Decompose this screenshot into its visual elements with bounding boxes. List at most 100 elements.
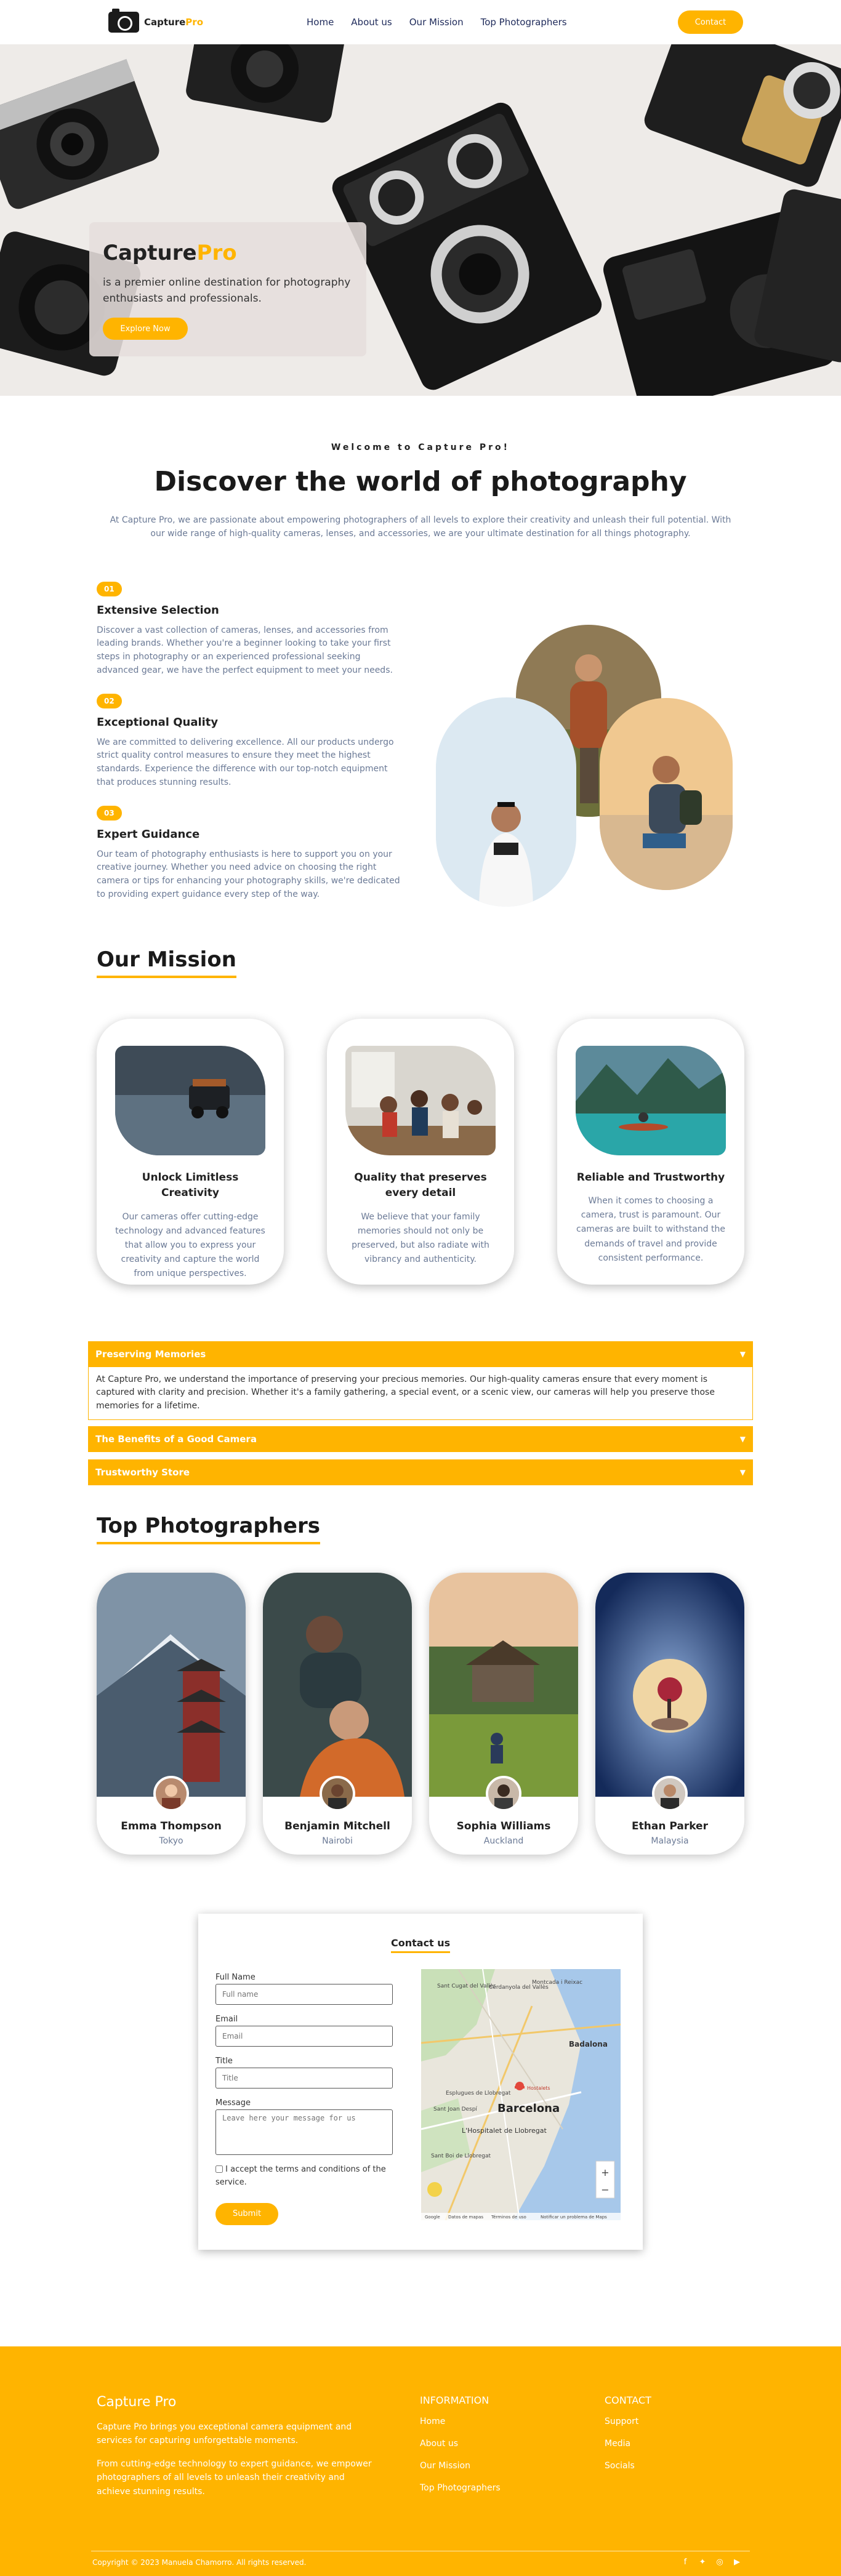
fullname-input[interactable]: [215, 1983, 393, 2005]
brand-logo[interactable]: CapturePro: [108, 9, 203, 33]
map-label: Barcelona: [497, 2102, 560, 2115]
feature-item: 03 Expert Guidance Our team of photograp…: [97, 805, 404, 902]
footer-link-mission[interactable]: Our Mission: [420, 2461, 470, 2471]
title-input[interactable]: [215, 2067, 393, 2088]
svg-text:−: −: [601, 2184, 609, 2196]
feature-text: Discover a vast collection of cameras, l…: [97, 625, 393, 675]
map-label: Sant Cugat del Vallès: [437, 1983, 496, 1989]
accordion: Preserving Memories ▼ At Capture Pro, we …: [88, 1341, 753, 1485]
footer-link-socials[interactable]: Socials: [605, 2461, 635, 2471]
photographers-section: Top Photographers Emma Thompson Tokyo Be…: [0, 1514, 841, 1914]
instagram-icon[interactable]: ◎: [714, 2557, 725, 2568]
email-input[interactable]: [215, 2025, 393, 2047]
footer-link-home[interactable]: Home: [420, 2417, 445, 2426]
mission-card-title: Unlock Limitless Creativity: [142, 1171, 239, 1200]
avatar: [320, 1775, 355, 1812]
footer-brand: Capture Pro: [97, 2394, 177, 2410]
feature-badge: 03: [97, 805, 122, 821]
svg-text:+: +: [601, 2167, 609, 2178]
map-embed[interactable]: Sant Cugat del Vallès Cerdanyola del Val…: [421, 1968, 621, 2220]
twitter-icon[interactable]: ✦: [697, 2557, 708, 2568]
photographer-name: Ethan Parker: [632, 1820, 708, 1832]
message-textarea[interactable]: [215, 2109, 393, 2155]
photographer-city: Nairobi: [322, 1836, 353, 1846]
copyright: Copyright © 2023 Manuela Chamorro. All r…: [92, 2558, 307, 2567]
youtube-icon[interactable]: ▶: [731, 2557, 742, 2568]
nav-link-home[interactable]: Home: [307, 17, 334, 28]
footer-link-media[interactable]: Media: [605, 2439, 630, 2449]
terms-checkbox[interactable]: [215, 2165, 223, 2173]
photographer-cover: [97, 1572, 246, 1797]
chevron-down-icon: ▼: [739, 1349, 746, 1358]
map-footer-text: Datos de mapas: [448, 2215, 483, 2220]
feature-title: Expert Guidance: [97, 827, 200, 841]
photographer-cover: [429, 1572, 578, 1797]
site-footer: Capture Pro Capture Pro brings you excep…: [0, 2346, 841, 2576]
photographers-heading: Top Photographers: [97, 1514, 320, 1544]
submit-button[interactable]: Submit: [215, 2202, 278, 2225]
mission-card: Reliable and Trustworthy When it comes t…: [557, 1018, 744, 1285]
photographer-city: Auckland: [483, 1836, 524, 1846]
map-label: Badalona: [569, 2040, 608, 2048]
photographer-photo: [600, 697, 733, 890]
chevron-down-icon: ▼: [739, 1467, 746, 1477]
accordion-section: Preserving Memories ▼ At Capture Pro, we …: [0, 1341, 841, 1514]
nav-link-photographers[interactable]: Top Photographers: [481, 17, 567, 28]
photographer-city: Malaysia: [651, 1836, 689, 1846]
map-label: Esplugues de Llobregat: [446, 2090, 511, 2097]
chevron-down-icon: ▼: [739, 1434, 746, 1443]
mission-card-text: Our cameras offer cutting-edge technolog…: [115, 1211, 265, 1279]
footer-paragraph: From cutting-edge technology to expert g…: [97, 2459, 372, 2497]
welcome-section: Welcome to Capture Pro! Discover the wor…: [0, 396, 841, 541]
mission-card-title: Quality that preserves every detail: [354, 1171, 487, 1200]
explore-now-button[interactable]: Explore Now: [103, 318, 188, 340]
nav-link-about[interactable]: About us: [351, 17, 392, 28]
terms-checkbox-row: I accept the terms and conditions of the…: [215, 2164, 394, 2189]
camera-icon: [108, 9, 139, 33]
photographer-card[interactable]: Benjamin Mitchell Nairobi: [263, 1572, 412, 1855]
footer-link-about[interactable]: About us: [420, 2439, 458, 2449]
feature-text: Our team of photography enthusiasts is h…: [97, 849, 400, 899]
feature-badge: 01: [97, 581, 122, 596]
map-label: Hostalets: [527, 2085, 550, 2091]
footer-paragraph: Capture Pro brings you exceptional camer…: [97, 2422, 352, 2446]
features-section: 01 Extensive Selection Discover a vast c…: [0, 541, 841, 947]
accordion-body: At Capture Pro, we understand the import…: [88, 1366, 753, 1420]
welcome-eyebrow: Welcome to Capture Pro!: [331, 443, 510, 452]
photographer-card[interactable]: Emma Thompson Tokyo: [97, 1572, 246, 1855]
top-nav: CapturePro Home About us Our Mission Top…: [0, 0, 841, 44]
footer-link-support[interactable]: Support: [605, 2417, 638, 2426]
accordion-header[interactable]: Trustworthy Store ▼: [88, 1459, 753, 1485]
feature-item: 02 Exceptional Quality We are committed …: [97, 693, 404, 790]
contact-section: Contact us Full Name Email Title Message…: [0, 1913, 841, 2367]
accordion-header[interactable]: Preserving Memories ▼: [88, 1341, 753, 1367]
title-label: Title: [215, 2056, 233, 2066]
hero-card: CapturePro is a premier online destinati…: [89, 222, 366, 356]
accordion-header[interactable]: The Benefits of a Good Camera ▼: [88, 1426, 753, 1452]
photographer-card[interactable]: Sophia Williams Auckland: [429, 1572, 578, 1855]
photographer-name: Emma Thompson: [121, 1820, 222, 1832]
welcome-lead: At Capture Pro, we are passionate about …: [110, 515, 731, 539]
map-label: Sant Joan Despí: [433, 2106, 477, 2113]
contact-title: Contact us: [391, 1937, 450, 1953]
map-footer-text: Google: [425, 2215, 440, 2220]
mission-section: Our Mission Unlock Limitless Creativity …: [0, 947, 841, 1341]
mission-image: [345, 1045, 496, 1155]
mission-card: Unlock Limitless Creativity Our cameras …: [97, 1018, 284, 1285]
hero-subtitle: is a premier online destination for phot…: [103, 276, 351, 305]
facebook-icon[interactable]: f: [680, 2557, 691, 2568]
nav-link-mission[interactable]: Our Mission: [409, 17, 464, 28]
mission-card-text: When it comes to choosing a camera, trus…: [576, 1196, 725, 1263]
map-label: L'Hospitalet de Llobregat: [462, 2127, 547, 2135]
brand-name: CapturePro: [144, 17, 203, 28]
contact-card: Contact us Full Name Email Title Message…: [198, 1913, 643, 2250]
photographer-city: Tokyo: [159, 1836, 183, 1846]
map-label: Montcada i Reixac: [532, 1980, 582, 1986]
photographer-card[interactable]: Ethan Parker Malaysia: [595, 1572, 744, 1855]
footer-link-photographers[interactable]: Top Photographers: [420, 2483, 501, 2493]
contact-button[interactable]: Contact: [678, 10, 743, 34]
photographer-name: Sophia Williams: [456, 1820, 551, 1832]
feature-text: We are committed to delivering excellenc…: [97, 737, 394, 787]
avatar: [153, 1775, 189, 1812]
terms-label: I accept the terms and conditions of the…: [215, 2164, 386, 2187]
